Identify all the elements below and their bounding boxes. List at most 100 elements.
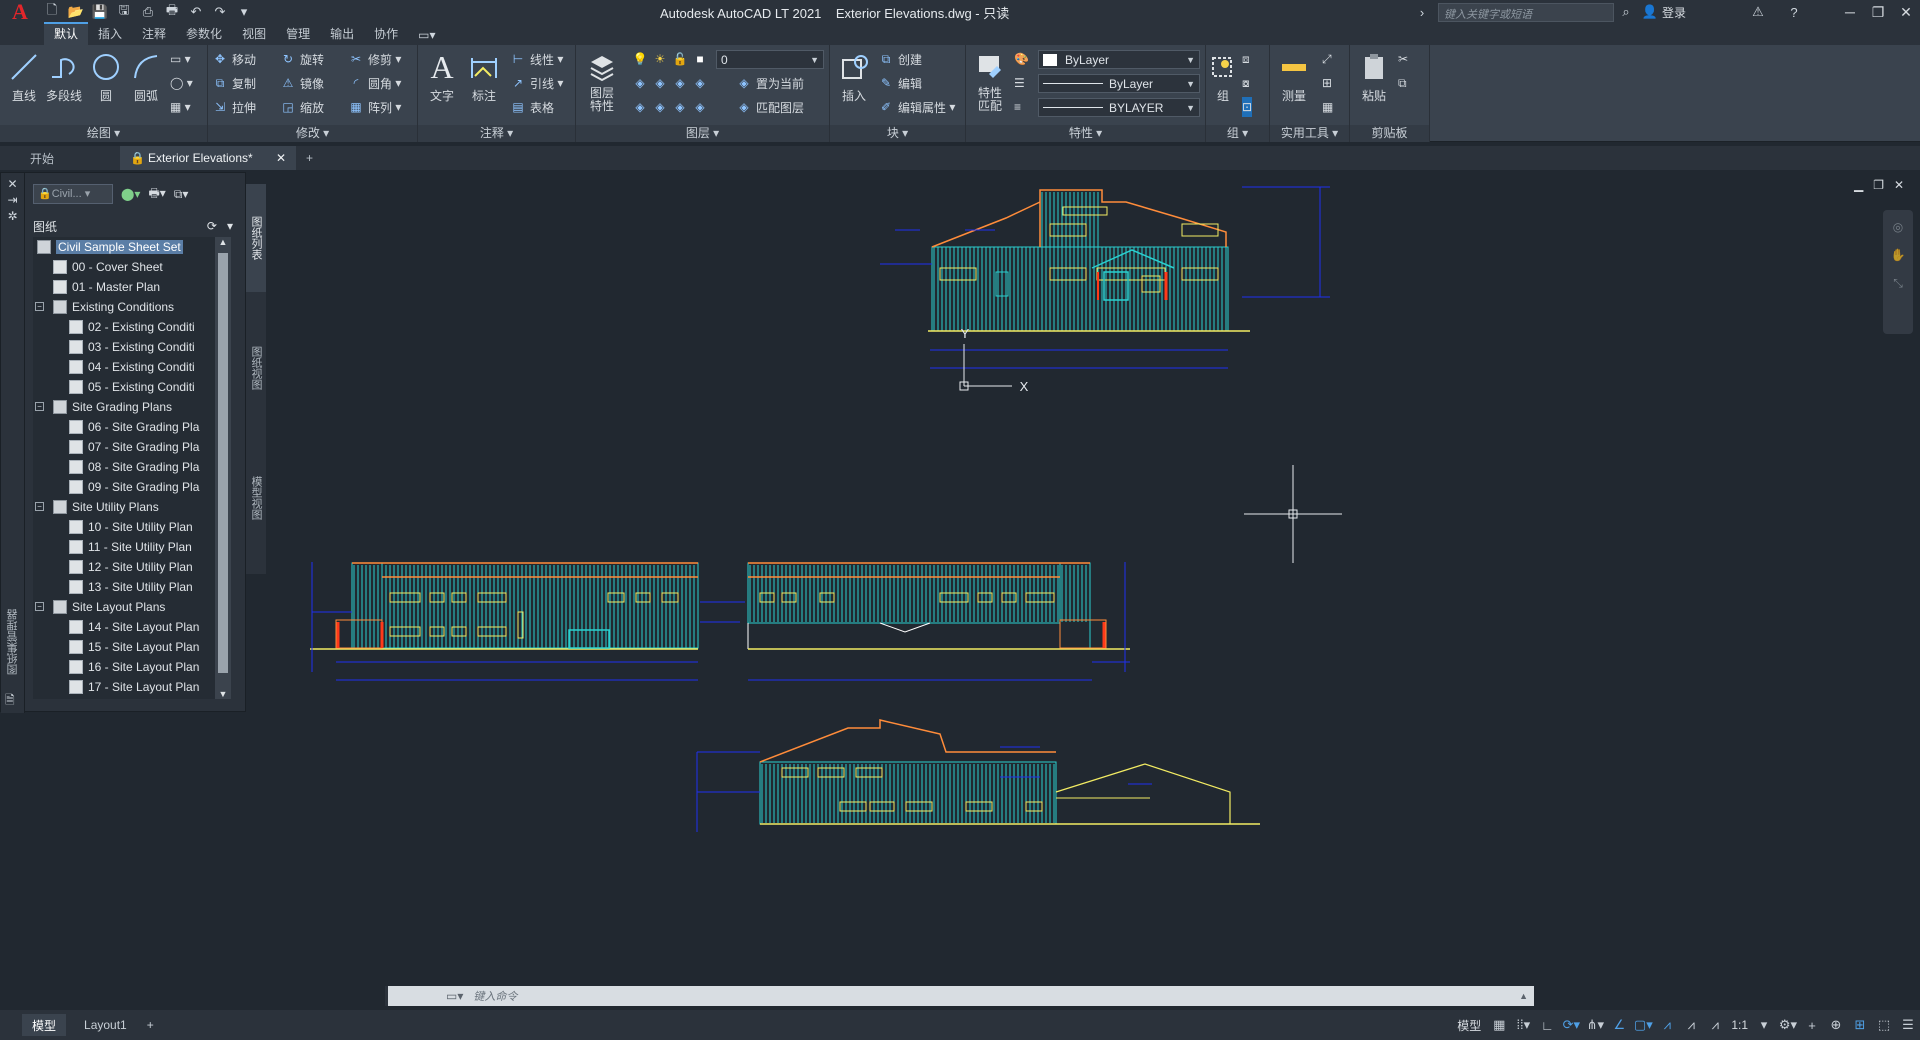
color-dropdown[interactable]: ByLayer ▼ xyxy=(1038,50,1200,69)
sheet-subset-item[interactable]: Site Utility Plans xyxy=(53,497,159,517)
sun-icon[interactable]: ☀ xyxy=(652,51,668,67)
sheet-item[interactable]: 01 - Master Plan xyxy=(53,277,160,297)
isolate-objects-icon[interactable]: ⊕ xyxy=(1825,1014,1847,1036)
annotation-scale-value[interactable]: 1:1 xyxy=(1731,1018,1748,1032)
select-all-icon[interactable]: ⊞ xyxy=(1322,73,1332,93)
grid-icon[interactable]: ▦ xyxy=(1488,1014,1510,1036)
sheet-subset-item[interactable]: Existing Conditions xyxy=(53,297,174,317)
restore-button[interactable]: ❐ xyxy=(1864,4,1892,21)
search-icon[interactable]: ⌕ xyxy=(1616,2,1636,22)
sheet-item[interactable]: 04 - Existing Conditi xyxy=(69,357,195,377)
annotation-monitor-icon[interactable]: + xyxy=(1801,1014,1823,1036)
viewport-minimize-icon[interactable]: ▁ xyxy=(1854,178,1863,192)
layer-lock-icon[interactable]: ◈ xyxy=(692,75,708,91)
tab-sheet-list[interactable]: 图纸列表 xyxy=(246,184,266,292)
annotation-scale-icon[interactable]: ⩘ xyxy=(1704,1014,1726,1036)
layer-unlock-icon[interactable]: ◈ xyxy=(692,99,708,115)
command-expand-icon[interactable]: ▲ xyxy=(1519,991,1528,1001)
dimension-button[interactable]: 标注 xyxy=(464,49,504,104)
create-block-button[interactable]: ⧉ 创建 xyxy=(878,49,922,69)
model-space-toggle[interactable]: 模型 xyxy=(1457,1017,1481,1034)
polyline-button[interactable]: 多段线 xyxy=(44,49,84,104)
search-input[interactable]: 键入关键字或短语 xyxy=(1437,2,1614,22)
rectangle-tool-icon[interactable]: ▭ ▾ xyxy=(170,49,191,69)
save-as-icon[interactable]: 🖫 xyxy=(114,2,134,22)
annotation-autoscale-icon[interactable]: ⩘ xyxy=(1680,1014,1702,1036)
minimize-button[interactable]: ─ xyxy=(1836,4,1864,20)
ungroup-icon[interactable]: ⧈ xyxy=(1242,49,1250,69)
sheet-item[interactable]: 11 - Site Utility Plan xyxy=(69,537,192,557)
print-icon[interactable]: 🖶 xyxy=(162,2,182,22)
sheet-item[interactable]: 10 - Site Utility Plan xyxy=(69,517,193,537)
tab-model[interactable]: 模型 xyxy=(22,1014,67,1036)
panel-clipboard-title[interactable]: 剪贴板 xyxy=(1350,125,1429,142)
object-snap-icon[interactable]: ▢▾ xyxy=(1632,1014,1654,1036)
sheet-item[interactable]: 16 - Site Layout Plan xyxy=(69,657,199,677)
isodraft-icon[interactable]: ⋔▾ xyxy=(1584,1014,1606,1036)
quick-access-dropdown-icon[interactable]: ▾ xyxy=(234,2,254,22)
sheet-set-root[interactable]: Civil Sample Sheet Set xyxy=(37,237,183,257)
object-snap-tracking-icon[interactable]: ∠ xyxy=(1608,1014,1630,1036)
linetype-icon[interactable]: ☰ xyxy=(1014,73,1025,93)
navigation-bar[interactable]: ◎ ✋ ⤡ xyxy=(1883,210,1913,334)
move-button[interactable]: ✥ 移动 xyxy=(212,49,256,69)
text-button[interactable]: A 文字 xyxy=(422,49,462,104)
rotate-button[interactable]: ↻ 旋转 xyxy=(280,49,324,69)
cut-icon[interactable]: ✂ xyxy=(1398,49,1408,69)
close-tab-icon[interactable]: ✕ xyxy=(276,151,286,165)
palette-properties-icon[interactable]: ✲ xyxy=(1,209,24,223)
lightbulb-icon[interactable]: 💡 xyxy=(632,51,648,67)
annotation-visibility-icon[interactable]: ⩘ xyxy=(1656,1014,1678,1036)
collapse-toggle-icon[interactable]: − xyxy=(35,302,44,311)
steering-wheel-icon[interactable]: ◎ xyxy=(1883,220,1913,234)
panel-block-title[interactable]: 块 ▾ xyxy=(830,125,965,142)
array-button[interactable]: ▦ 阵列 ▾ xyxy=(348,97,401,117)
sheet-item[interactable]: 00 - Cover Sheet xyxy=(53,257,163,277)
collapse-toggle-icon[interactable]: − xyxy=(35,602,44,611)
tab-output[interactable]: 输出 xyxy=(320,22,364,45)
open-web-icon[interactable]: ⎙ xyxy=(138,2,158,22)
match-layer-button[interactable]: ◈ 匹配图层 xyxy=(736,97,804,117)
mirror-button[interactable]: ⚠ 镜像 xyxy=(280,73,324,93)
set-current-button[interactable]: ◈ 置为当前 xyxy=(736,73,804,93)
circle-button[interactable]: 圆 xyxy=(86,49,126,104)
workspace-gear-icon[interactable]: ⚙▾ xyxy=(1777,1014,1799,1036)
sheet-selections-icon[interactable]: ⧉▾ xyxy=(174,187,189,202)
viewport-restore-icon[interactable]: ❐ xyxy=(1873,178,1884,192)
command-input[interactable]: 键入命令 xyxy=(473,988,517,1004)
group-button[interactable]: 组 xyxy=(1208,49,1238,104)
sheet-item[interactable]: 08 - Site Grading Pla xyxy=(69,457,199,477)
sheet-item[interactable]: 09 - Site Grading Pla xyxy=(69,477,199,497)
linetype-dropdown[interactable]: ByLayer ▼ xyxy=(1038,74,1200,93)
sheet-item[interactable]: 14 - Site Layout Plan xyxy=(69,617,199,637)
tab-default[interactable]: 默认 xyxy=(44,22,89,45)
sheet-tree-scrollbar[interactable]: ▲ ▼ xyxy=(215,237,231,699)
scale-button[interactable]: ◲ 缩放 xyxy=(280,97,324,117)
layer-properties-button[interactable]: 图层 特性 xyxy=(580,49,624,113)
tab-insert[interactable]: 插入 xyxy=(88,22,132,45)
sign-in-link[interactable]: 登录 xyxy=(1662,4,1686,21)
palette-close-icon[interactable]: ✕ xyxy=(1,177,24,191)
copy-button[interactable]: ⧉ 复制 xyxy=(212,73,256,93)
sheet-item[interactable]: 05 - Existing Conditi xyxy=(69,377,195,397)
tab-annotate[interactable]: 注释 xyxy=(132,22,176,45)
drawing-canvas[interactable]: Y X xyxy=(0,172,1920,1000)
fillet-button[interactable]: ◜ 圆角 ▾ xyxy=(348,73,402,93)
close-button[interactable]: ✕ xyxy=(1892,4,1920,21)
viewport-close-icon[interactable]: ✕ xyxy=(1894,178,1904,192)
sheet-item[interactable]: 07 - Site Grading Pla xyxy=(69,437,199,457)
layer-color-swatch-icon[interactable]: ■ xyxy=(692,51,708,67)
new-file-icon[interactable]: 🗋 xyxy=(42,2,62,22)
sheet-subset-item[interactable]: Site Grading Plans xyxy=(53,397,172,417)
panel-utilities-title[interactable]: 实用工具 ▾ xyxy=(1270,125,1349,142)
quick-select-icon[interactable]: ⤢ xyxy=(1322,49,1332,69)
sheet-set-selector[interactable]: 🔒Civil... ▾ xyxy=(33,184,113,204)
sheet-item[interactable]: 03 - Existing Conditi xyxy=(69,337,195,357)
match-properties-button[interactable]: 特性 匹配 xyxy=(970,49,1010,113)
autodesk-account-icon[interactable]: ⚠ xyxy=(1748,2,1768,22)
leader-button[interactable]: ↗ 引线 ▾ xyxy=(510,73,563,93)
tab-manage[interactable]: 管理 xyxy=(276,22,320,45)
chevron-down-icon[interactable]: ▾ xyxy=(1753,1014,1775,1036)
hardware-acceleration-icon[interactable]: ⊞ xyxy=(1849,1014,1871,1036)
group-select-icon[interactable]: ⊡ xyxy=(1242,97,1253,117)
